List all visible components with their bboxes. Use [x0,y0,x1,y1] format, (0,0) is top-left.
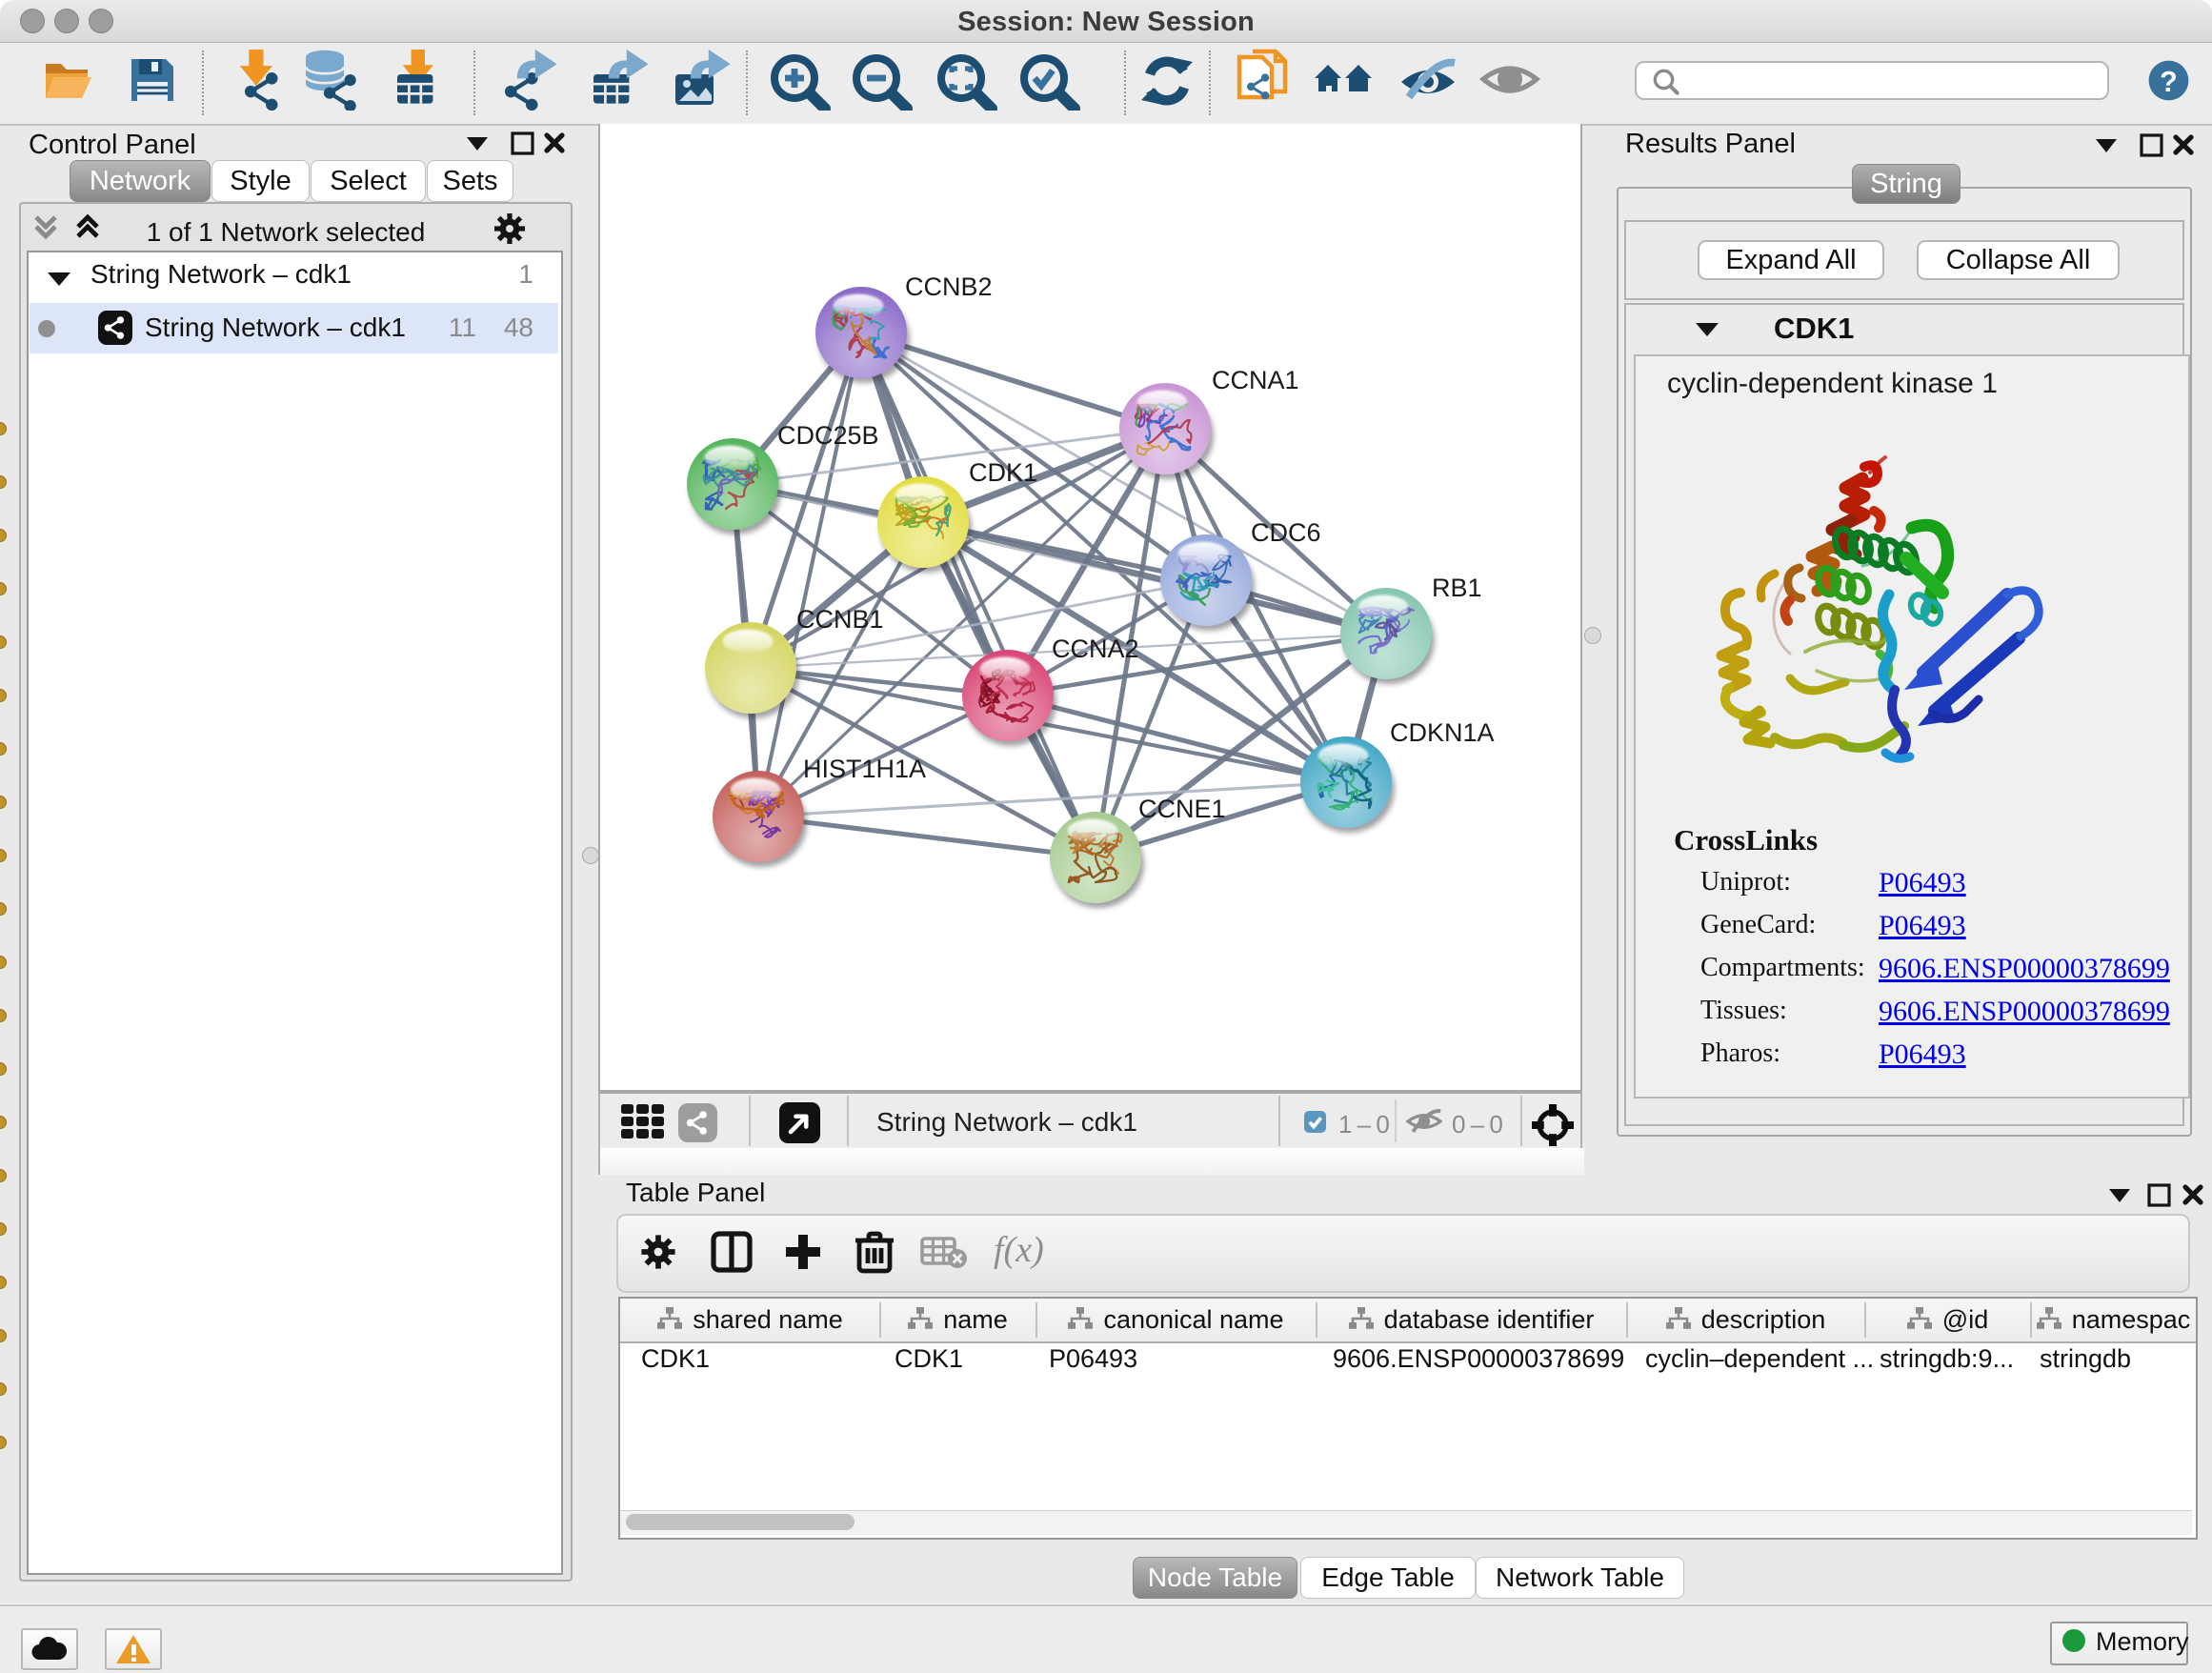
svg-text:CDKN1A: CDKN1A [1390,718,1495,747]
svg-text:?: ? [2160,66,2178,98]
svg-text:HIST1H1A: HIST1H1A [803,755,926,783]
svg-text:CCNB2: CCNB2 [905,272,993,301]
svg-text:CCNB1: CCNB1 [796,605,884,634]
svg-text:CDC25B: CDC25B [777,421,879,450]
svg-text:CCNA1: CCNA1 [1212,366,1299,394]
svg-text:RB1: RB1 [1432,574,1482,602]
svg-text:CDC6: CDC6 [1251,518,1321,547]
svg-text:CCNA2: CCNA2 [1052,635,1139,663]
svg-text:CCNE1: CCNE1 [1138,795,1226,823]
svg-text:CDK1: CDK1 [969,458,1037,487]
